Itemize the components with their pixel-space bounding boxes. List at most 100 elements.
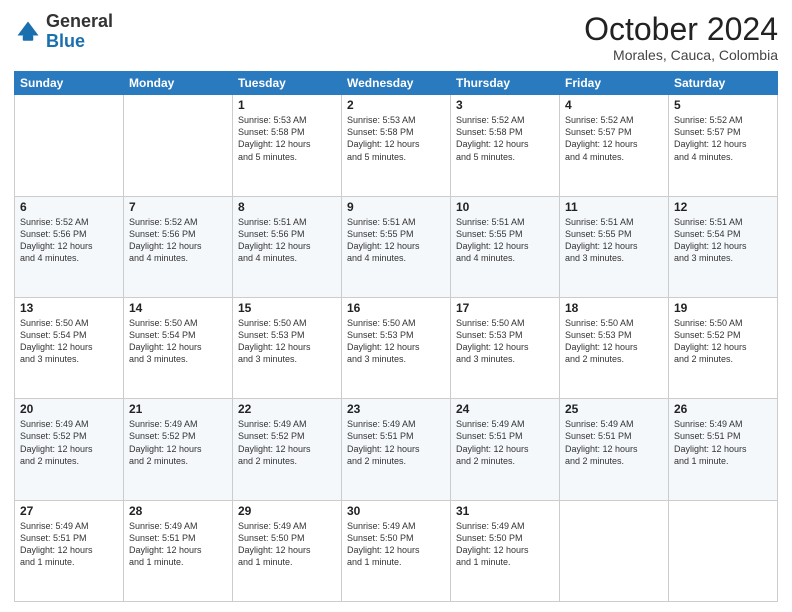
day-info-7: Sunrise: 5:52 AM Sunset: 5:56 PM Dayligh… bbox=[129, 216, 227, 265]
col-tuesday: Tuesday bbox=[233, 72, 342, 95]
cell-2-4: 17 Sunrise: 5:50 AM Sunset: 5:53 PM Dayli… bbox=[451, 297, 560, 398]
cell-2-6: 19 Sunrise: 5:50 AM Sunset: 5:52 PM Dayli… bbox=[669, 297, 778, 398]
day-info-6: Sunrise: 5:52 AM Sunset: 5:56 PM Dayligh… bbox=[20, 216, 118, 265]
cell-2-0: 13 Sunrise: 5:50 AM Sunset: 5:54 PM Dayli… bbox=[15, 297, 124, 398]
day-number-11: 11 bbox=[565, 200, 663, 214]
day-number-6: 6 bbox=[20, 200, 118, 214]
header: General Blue October 2024 Morales, Cauca… bbox=[14, 12, 778, 63]
day-info-11: Sunrise: 5:51 AM Sunset: 5:55 PM Dayligh… bbox=[565, 216, 663, 265]
cell-3-5: 25 Sunrise: 5:49 AM Sunset: 5:51 PM Dayli… bbox=[560, 399, 669, 500]
col-thursday: Thursday bbox=[451, 72, 560, 95]
cell-2-1: 14 Sunrise: 5:50 AM Sunset: 5:54 PM Dayli… bbox=[124, 297, 233, 398]
page: General Blue October 2024 Morales, Cauca… bbox=[0, 0, 792, 612]
day-info-19: Sunrise: 5:50 AM Sunset: 5:52 PM Dayligh… bbox=[674, 317, 772, 366]
day-info-15: Sunrise: 5:50 AM Sunset: 5:53 PM Dayligh… bbox=[238, 317, 336, 366]
cell-0-2: 1Sunrise: 5:53 AM Sunset: 5:58 PM Daylig… bbox=[233, 95, 342, 196]
cell-1-2: 8Sunrise: 5:51 AM Sunset: 5:56 PM Daylig… bbox=[233, 196, 342, 297]
day-number-27: 27 bbox=[20, 504, 118, 518]
day-number-17: 17 bbox=[456, 301, 554, 315]
day-number-5: 5 bbox=[674, 98, 772, 112]
day-number-4: 4 bbox=[565, 98, 663, 112]
location-subtitle: Morales, Cauca, Colombia bbox=[584, 47, 778, 63]
title-block: October 2024 Morales, Cauca, Colombia bbox=[584, 12, 778, 63]
day-number-12: 12 bbox=[674, 200, 772, 214]
cell-2-2: 15 Sunrise: 5:50 AM Sunset: 5:53 PM Dayli… bbox=[233, 297, 342, 398]
day-info-16: Sunrise: 5:50 AM Sunset: 5:53 PM Dayligh… bbox=[347, 317, 445, 366]
calendar-table: Sunday Monday Tuesday Wednesday Thursday… bbox=[14, 71, 778, 602]
cell-3-0: 20 Sunrise: 5:49 AM Sunset: 5:52 PM Dayli… bbox=[15, 399, 124, 500]
day-number-7: 7 bbox=[129, 200, 227, 214]
week-row-0: 1Sunrise: 5:53 AM Sunset: 5:58 PM Daylig… bbox=[15, 95, 778, 196]
day-info-21: Sunrise: 5:49 AM Sunset: 5:52 PM Dayligh… bbox=[129, 418, 227, 467]
cell-1-6: 12 Sunrise: 5:51 AM Sunset: 5:54 PM Dayli… bbox=[669, 196, 778, 297]
day-number-20: 20 bbox=[20, 402, 118, 416]
cell-4-4: 31Sunrise: 5:49 AM Sunset: 5:50 PM Dayli… bbox=[451, 500, 560, 601]
cell-1-1: 7 Sunrise: 5:52 AM Sunset: 5:56 PM Daylig… bbox=[124, 196, 233, 297]
day-info-27: Sunrise: 5:49 AM Sunset: 5:51 PM Dayligh… bbox=[20, 520, 118, 569]
cell-1-0: 6 Sunrise: 5:52 AM Sunset: 5:56 PM Daylig… bbox=[15, 196, 124, 297]
day-info-8: Sunrise: 5:51 AM Sunset: 5:56 PM Dayligh… bbox=[238, 216, 336, 265]
day-info-20: Sunrise: 5:49 AM Sunset: 5:52 PM Dayligh… bbox=[20, 418, 118, 467]
cell-2-5: 18Sunrise: 5:50 AM Sunset: 5:53 PM Dayli… bbox=[560, 297, 669, 398]
cell-4-6 bbox=[669, 500, 778, 601]
day-info-4: Sunrise: 5:52 AM Sunset: 5:57 PM Dayligh… bbox=[565, 114, 663, 163]
cell-2-3: 16 Sunrise: 5:50 AM Sunset: 5:53 PM Dayli… bbox=[342, 297, 451, 398]
day-number-15: 15 bbox=[238, 301, 336, 315]
day-info-23: Sunrise: 5:49 AM Sunset: 5:51 PM Dayligh… bbox=[347, 418, 445, 467]
cell-3-4: 24 Sunrise: 5:49 AM Sunset: 5:51 PM Dayli… bbox=[451, 399, 560, 500]
day-number-28: 28 bbox=[129, 504, 227, 518]
day-info-25: Sunrise: 5:49 AM Sunset: 5:51 PM Dayligh… bbox=[565, 418, 663, 467]
day-number-19: 19 bbox=[674, 301, 772, 315]
day-number-31: 31 bbox=[456, 504, 554, 518]
day-number-10: 10 bbox=[456, 200, 554, 214]
day-number-23: 23 bbox=[347, 402, 445, 416]
week-row-1: 6 Sunrise: 5:52 AM Sunset: 5:56 PM Daylig… bbox=[15, 196, 778, 297]
day-number-3: 3 bbox=[456, 98, 554, 112]
cell-4-3: 30Sunrise: 5:49 AM Sunset: 5:50 PM Dayli… bbox=[342, 500, 451, 601]
day-number-21: 21 bbox=[129, 402, 227, 416]
cell-1-4: 10Sunrise: 5:51 AM Sunset: 5:55 PM Dayli… bbox=[451, 196, 560, 297]
col-sunday: Sunday bbox=[15, 72, 124, 95]
day-info-14: Sunrise: 5:50 AM Sunset: 5:54 PM Dayligh… bbox=[129, 317, 227, 366]
cell-0-4: 3 Sunrise: 5:52 AM Sunset: 5:58 PM Daylig… bbox=[451, 95, 560, 196]
day-number-16: 16 bbox=[347, 301, 445, 315]
cell-0-3: 2Sunrise: 5:53 AM Sunset: 5:58 PM Daylig… bbox=[342, 95, 451, 196]
day-number-22: 22 bbox=[238, 402, 336, 416]
cell-4-2: 29 Sunrise: 5:49 AM Sunset: 5:50 PM Dayli… bbox=[233, 500, 342, 601]
day-number-2: 2 bbox=[347, 98, 445, 112]
logo-text: General Blue bbox=[46, 12, 113, 52]
day-info-9: Sunrise: 5:51 AM Sunset: 5:55 PM Dayligh… bbox=[347, 216, 445, 265]
day-number-26: 26 bbox=[674, 402, 772, 416]
day-number-29: 29 bbox=[238, 504, 336, 518]
col-friday: Friday bbox=[560, 72, 669, 95]
col-saturday: Saturday bbox=[669, 72, 778, 95]
day-info-5: Sunrise: 5:52 AM Sunset: 5:57 PM Dayligh… bbox=[674, 114, 772, 163]
day-info-29: Sunrise: 5:49 AM Sunset: 5:50 PM Dayligh… bbox=[238, 520, 336, 569]
day-number-14: 14 bbox=[129, 301, 227, 315]
day-number-24: 24 bbox=[456, 402, 554, 416]
logo: General Blue bbox=[14, 12, 113, 52]
day-info-28: Sunrise: 5:49 AM Sunset: 5:51 PM Dayligh… bbox=[129, 520, 227, 569]
week-row-3: 20 Sunrise: 5:49 AM Sunset: 5:52 PM Dayli… bbox=[15, 399, 778, 500]
cell-3-2: 22 Sunrise: 5:49 AM Sunset: 5:52 PM Dayli… bbox=[233, 399, 342, 500]
day-info-12: Sunrise: 5:51 AM Sunset: 5:54 PM Dayligh… bbox=[674, 216, 772, 265]
cell-4-5 bbox=[560, 500, 669, 601]
day-info-17: Sunrise: 5:50 AM Sunset: 5:53 PM Dayligh… bbox=[456, 317, 554, 366]
cell-3-6: 26Sunrise: 5:49 AM Sunset: 5:51 PM Dayli… bbox=[669, 399, 778, 500]
day-number-13: 13 bbox=[20, 301, 118, 315]
cell-3-3: 23 Sunrise: 5:49 AM Sunset: 5:51 PM Dayli… bbox=[342, 399, 451, 500]
day-number-25: 25 bbox=[565, 402, 663, 416]
day-info-24: Sunrise: 5:49 AM Sunset: 5:51 PM Dayligh… bbox=[456, 418, 554, 467]
day-info-13: Sunrise: 5:50 AM Sunset: 5:54 PM Dayligh… bbox=[20, 317, 118, 366]
day-info-3: Sunrise: 5:52 AM Sunset: 5:58 PM Dayligh… bbox=[456, 114, 554, 163]
day-info-1: Sunrise: 5:53 AM Sunset: 5:58 PM Dayligh… bbox=[238, 114, 336, 163]
day-number-18: 18 bbox=[565, 301, 663, 315]
calendar-header-row: Sunday Monday Tuesday Wednesday Thursday… bbox=[15, 72, 778, 95]
cell-1-3: 9Sunrise: 5:51 AM Sunset: 5:55 PM Daylig… bbox=[342, 196, 451, 297]
day-info-22: Sunrise: 5:49 AM Sunset: 5:52 PM Dayligh… bbox=[238, 418, 336, 467]
month-title: October 2024 bbox=[584, 12, 778, 47]
cell-1-5: 11 Sunrise: 5:51 AM Sunset: 5:55 PM Dayli… bbox=[560, 196, 669, 297]
day-number-30: 30 bbox=[347, 504, 445, 518]
logo-blue: Blue bbox=[46, 31, 85, 51]
logo-general: General bbox=[46, 11, 113, 31]
